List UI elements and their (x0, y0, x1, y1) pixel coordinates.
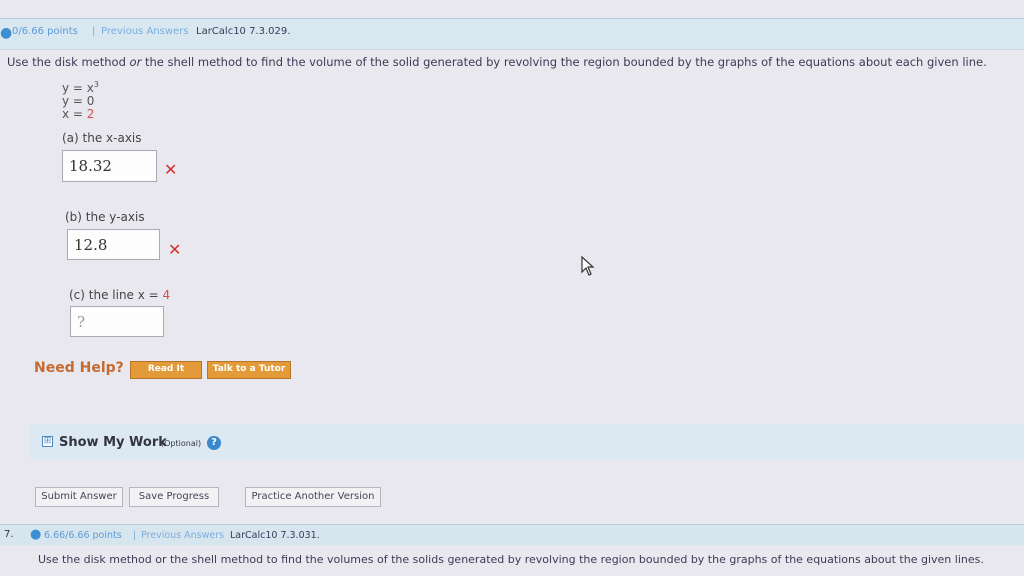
points-label: 0/6.66 points (12, 26, 78, 37)
practice-another-version-button[interactable]: Practice Another Version (245, 487, 381, 507)
read-it-button[interactable]: Read It (130, 361, 202, 379)
next-question-reference: LarCalc10 7.3.031. (230, 530, 320, 541)
optional-label: (Optional) (161, 439, 202, 448)
previous-answers-link[interactable]: Previous Answers (101, 26, 188, 37)
next-points-label: 6.66/6.66 points (44, 530, 122, 541)
question-text-part1: Use the disk method (7, 55, 130, 69)
part-c-answer-field[interactable]: ? (70, 306, 164, 337)
next-question-text: Use the disk method or the shell method … (38, 553, 984, 566)
header-separator: | (92, 26, 96, 37)
show-my-work-title[interactable]: Show My Work (59, 435, 167, 450)
bullet-icon: ● (30, 527, 42, 542)
question-circle-icon[interactable]: ? (207, 436, 221, 450)
talk-to-tutor-button[interactable]: Talk to a Tutor (207, 361, 291, 379)
bullet-icon: ● (0, 25, 13, 41)
next-previous-answers-link[interactable]: Previous Answers (141, 530, 224, 541)
part-b-answer-field[interactable]: 12.8 (67, 229, 160, 260)
part-a-label: (a) the x-axis (62, 131, 142, 145)
equations-block: y = x3 y = 0 x = 2 (62, 78, 99, 121)
part-a-incorrect-icon: ✕ (164, 160, 178, 179)
submit-answer-button[interactable]: Submit Answer (35, 487, 123, 507)
part-b-label: (b) the y-axis (65, 210, 145, 224)
equation-3-text: x = (62, 107, 87, 121)
question-number: 7. (4, 529, 14, 540)
question-reference: LarCalc10 7.3.029. (196, 26, 291, 37)
need-help-label: Need Help? (34, 360, 124, 376)
part-c-label-value: 4 (162, 288, 171, 302)
mouse-cursor-icon (581, 256, 595, 276)
question-text-part2: the shell method to find the volume of t… (141, 55, 987, 69)
equation-1-text: y = x (62, 81, 94, 95)
equation-1: y = x3 (62, 78, 99, 95)
part-a-answer-field[interactable]: 18.32 (62, 150, 157, 182)
expand-plus-icon[interactable]: ⊞ (42, 436, 53, 447)
part-c-label: (c) the line x = 4 (69, 288, 170, 302)
next-question-header: 7. ● 6.66/6.66 points | Previous Answers… (0, 524, 1024, 545)
save-progress-button[interactable]: Save Progress (129, 487, 219, 507)
question-text-or: or (129, 55, 142, 69)
part-b-incorrect-icon: ✕ (168, 240, 182, 259)
equation-1-exponent: 3 (93, 80, 99, 89)
show-my-work-panel[interactable]: ⊞ Show My Work (Optional) ? (30, 424, 1024, 460)
part-c-label-text: (c) the line x = (69, 288, 163, 302)
question-header: ● 0/6.66 points | Previous Answers LarCa… (0, 18, 1024, 50)
equation-3: x = 2 (62, 108, 99, 121)
next-header-separator: | (133, 530, 137, 541)
equation-3-value: 2 (86, 107, 95, 121)
question-text: Use the disk method or the shell method … (7, 55, 987, 69)
